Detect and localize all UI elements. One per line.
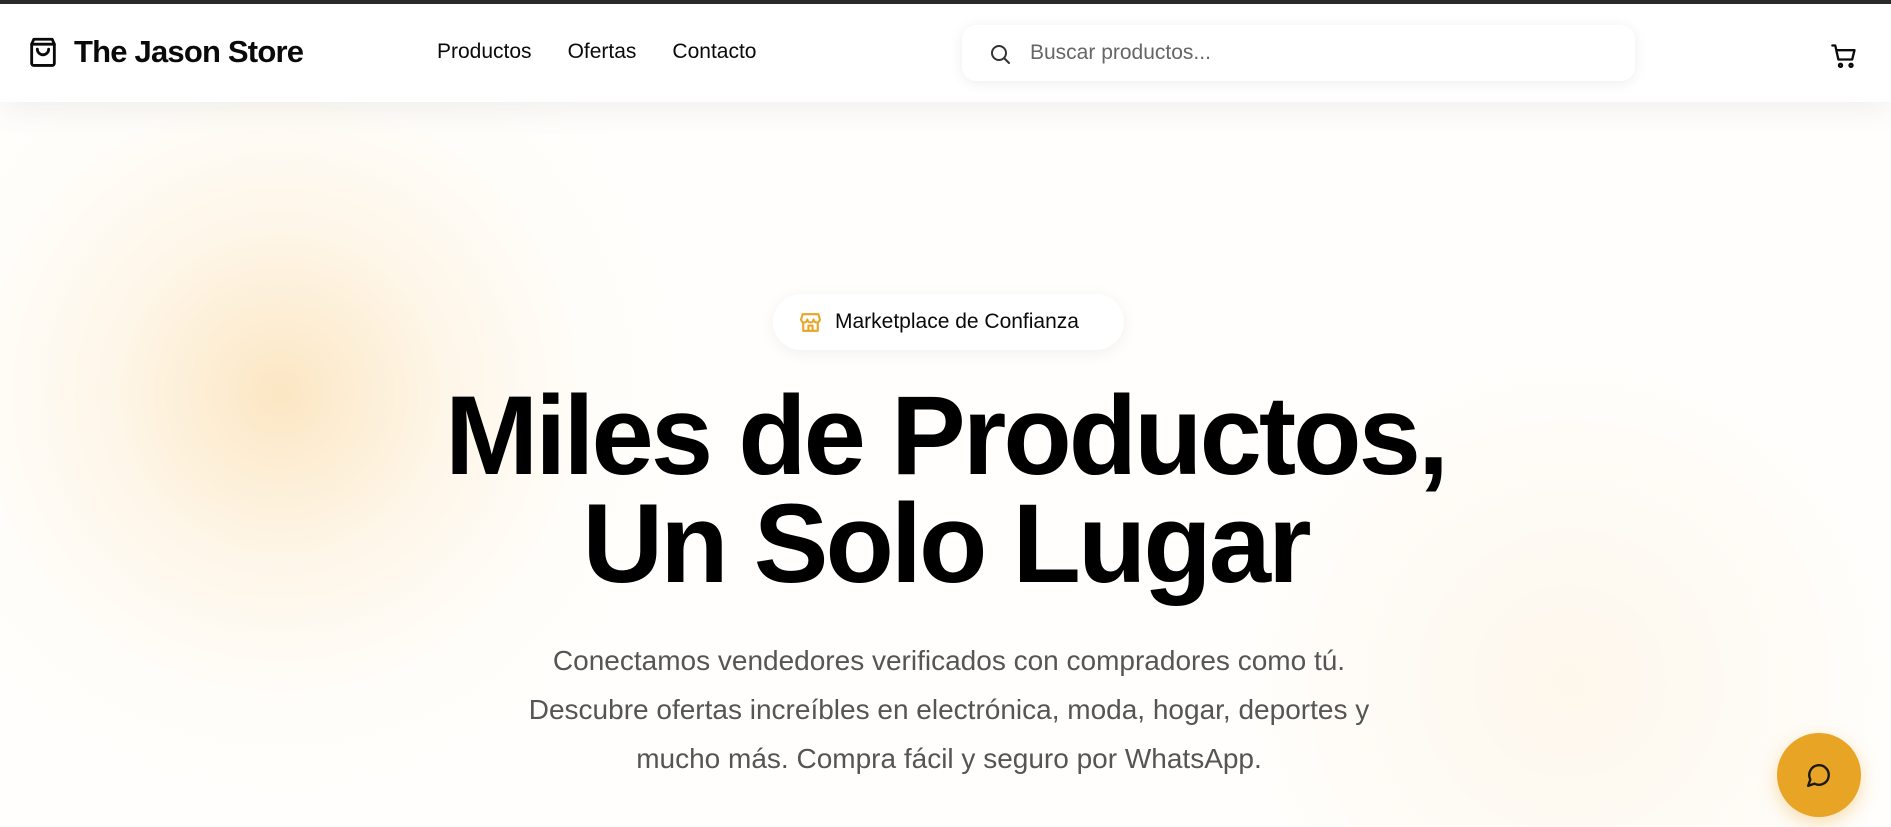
nav-link-ofertas[interactable]: Ofertas xyxy=(568,40,637,64)
chat-button[interactable] xyxy=(1777,733,1861,817)
hero-title: Miles de Productos, Un Solo Lugar xyxy=(0,380,1891,600)
search-bar xyxy=(962,25,1635,81)
main-nav: Productos Ofertas Contacto xyxy=(437,40,756,64)
shopping-bag-icon xyxy=(30,37,56,67)
search-icon xyxy=(991,45,1010,64)
hero-section: Marketplace de Confianza Miles de Produc… xyxy=(0,102,1891,827)
search-input[interactable] xyxy=(1030,25,1620,81)
hero-title-line-1: Miles de Productos, xyxy=(445,373,1449,498)
store-icon xyxy=(800,312,821,332)
hero-title-line-2: Un Solo Lugar xyxy=(582,481,1311,606)
hero-subtitle-line-3: mucho más. Compra fácil y seguro por Wha… xyxy=(636,743,1262,774)
trust-badge: Marketplace de Confianza xyxy=(773,294,1124,350)
nav-link-productos[interactable]: Productos xyxy=(437,40,532,64)
hero-subtitle-line-1: Conectamos vendedores verificados con co… xyxy=(552,645,1346,676)
hero-subtitle: Conectamos vendedores verificados con co… xyxy=(475,636,1423,783)
nav-link-contacto[interactable]: Contacto xyxy=(672,40,756,64)
store-name: The Jason Store xyxy=(74,34,304,69)
store-logo[interactable]: The Jason Store xyxy=(26,34,304,70)
hero-subtitle-line-2: Descubre ofertas increíbles en electróni… xyxy=(528,694,1370,725)
shopping-cart-icon[interactable] xyxy=(1830,42,1858,70)
badge-label: Marketplace de Confianza xyxy=(835,310,1079,333)
message-circle-icon xyxy=(1806,764,1830,788)
site-header: The Jason Store Productos Ofertas Contac… xyxy=(0,4,1891,102)
